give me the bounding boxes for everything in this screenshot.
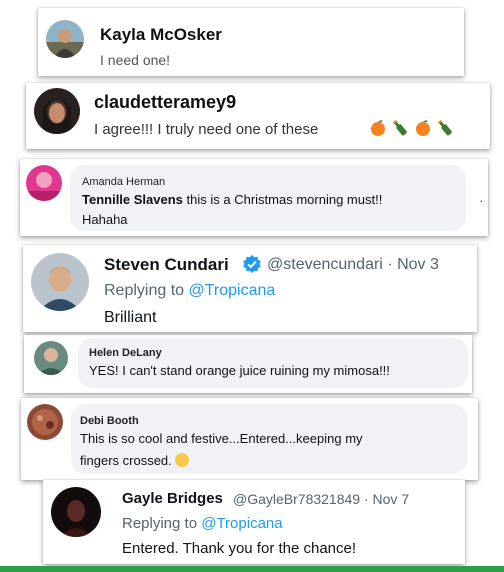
- tweet-meta: @stevencundari · Nov 3: [267, 256, 439, 274]
- emoji-row: [369, 119, 454, 139]
- comment-card-helen: Helen DeLany YES! I can't stand orange j…: [24, 335, 472, 393]
- bottle-icon: [393, 119, 408, 136]
- replying-to-line: Replying to @Tropicana: [104, 282, 275, 300]
- comment-text: Entered. Thank you for the chance!: [122, 540, 357, 557]
- avatar[interactable]: [34, 341, 68, 375]
- comment-text-line-2: fingers crossed. 😀: [80, 453, 190, 468]
- grinning-face-icon: 😀: [175, 453, 190, 467]
- commenter-name[interactable]: Gayle Bridges: [122, 490, 223, 507]
- commenter-name[interactable]: Steven Cundari: [104, 255, 229, 275]
- comment-text: I need one!: [100, 52, 171, 68]
- comment-text-line-2: Hahaha: [82, 212, 128, 227]
- commenter-name[interactable]: Debi Booth: [80, 415, 139, 427]
- orange-icon: [371, 120, 385, 136]
- more-options-dot[interactable]: ·: [479, 192, 484, 208]
- meta-separator: ·: [363, 491, 369, 507]
- comment-text: I agree!!! I truly need one of these: [94, 121, 319, 138]
- tweet-date[interactable]: Nov 3: [397, 256, 439, 273]
- avatar[interactable]: [26, 165, 62, 201]
- tweet-date[interactable]: Nov 7: [373, 491, 410, 507]
- replying-prefix: Replying to: [122, 515, 198, 532]
- meta-separator: ·: [387, 256, 393, 273]
- mention-link[interactable]: Tennille Slavens: [82, 192, 183, 207]
- comment-text: this is a Christmas morning must!!: [182, 192, 383, 207]
- avatar[interactable]: [34, 88, 80, 134]
- bottle-icon: [438, 119, 453, 136]
- commenter-name[interactable]: Amanda Herman: [82, 176, 165, 188]
- commenter-name[interactable]: Helen DeLany: [89, 347, 162, 359]
- user-handle[interactable]: @stevencundari: [267, 256, 383, 273]
- replying-to-link[interactable]: @Tropicana: [201, 515, 282, 532]
- commenter-name[interactable]: Kayla McOsker: [100, 25, 222, 45]
- orange-icon: [415, 120, 430, 136]
- user-handle[interactable]: @GayleBr78321849: [233, 491, 360, 507]
- commenter-name[interactable]: claudetteramey9: [94, 92, 236, 113]
- tweet-meta: @GayleBr78321849 · Nov 7: [233, 491, 409, 507]
- avatar[interactable]: [46, 20, 84, 58]
- comment-line-1: Tennille Slavens this is a Christmas mor…: [82, 192, 382, 207]
- avatar[interactable]: [51, 487, 101, 537]
- verified-badge-icon: [243, 255, 261, 278]
- comment-text: Brilliant: [104, 309, 157, 326]
- replying-prefix: Replying to: [104, 282, 185, 299]
- comment-card-amanda: Amanda Herman Tennille Slavens this is a…: [20, 159, 488, 236]
- avatar[interactable]: [31, 253, 89, 311]
- comment-card-gayle: Gayle Bridges @GayleBr78321849 · Nov 7 R…: [43, 480, 465, 564]
- comment-card-claudette: claudetteramey9 I agree!!! I truly need …: [26, 83, 490, 149]
- comment-text: This is so cool and festive...Entered...…: [80, 431, 363, 446]
- bottom-accent-bar: [0, 566, 504, 572]
- comment-card-steven: Steven Cundari @stevencundari · Nov 3 Re…: [23, 245, 477, 332]
- replying-to-link[interactable]: @Tropicana: [189, 282, 276, 299]
- comment-text: YES! I can't stand orange juice ruining …: [89, 363, 390, 378]
- comment-card-debi: Debi Booth This is so cool and festive..…: [21, 398, 478, 480]
- avatar[interactable]: [27, 404, 63, 440]
- replying-to-line: Replying to @Tropicana: [122, 515, 283, 532]
- comment-card-kayla: Kayla McOsker I need one!: [38, 8, 464, 76]
- comment-text-2: fingers crossed.: [80, 453, 172, 468]
